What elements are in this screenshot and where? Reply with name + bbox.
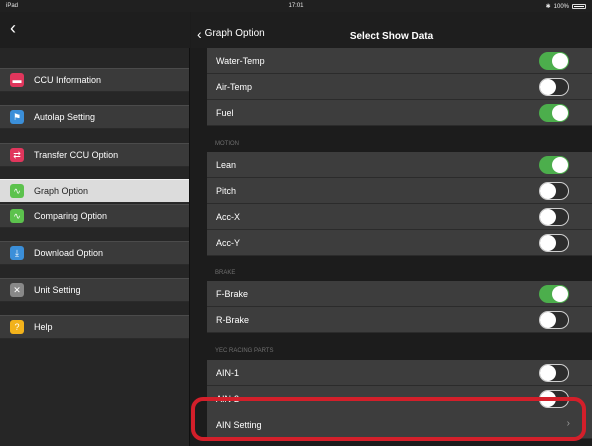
settings-list: Water-Temp Air-Temp Fuel MOTION Lean Pitch Acc… [191, 48, 592, 446]
sidebar: ▬ CCU Information ⚑ Autolap Setting ⇄ Transfe… [0, 48, 190, 446]
unit-icon: ✕ [10, 283, 24, 297]
toggle-knob [552, 105, 568, 121]
row-label: Pitch [216, 186, 237, 196]
toggle-switch[interactable] [539, 364, 569, 382]
toggle-knob [540, 235, 556, 251]
row-label: Acc-X [216, 212, 241, 222]
sidebar-item-label: Graph Option [34, 186, 89, 196]
toggle-switch[interactable] [539, 311, 569, 329]
toggle-row-lean: Lean [207, 152, 592, 178]
row-label: R-Brake [216, 315, 250, 325]
toggle-switch[interactable] [539, 52, 569, 70]
toggle-row-acc-x: Acc-X [207, 204, 592, 230]
transfer-icon: ⇄ [10, 148, 24, 162]
toggle-switch[interactable] [539, 285, 569, 303]
battery-icon [572, 4, 586, 9]
toggle-row-r-brake: R-Brake [207, 307, 592, 333]
sidebar-item-download-option[interactable]: ⤓ Download Option [0, 241, 189, 265]
toggle-switch[interactable] [539, 208, 569, 226]
toggle-switch[interactable] [539, 156, 569, 174]
battery-status: ✱ 100% [546, 3, 586, 10]
sidebar-item-unit-setting[interactable]: ✕ Unit Setting [0, 278, 189, 302]
row-label: F-Brake [216, 289, 249, 299]
sidebar-item-label: Comparing Option [34, 211, 108, 221]
sidebar-item-comparing-option[interactable]: ∿ Comparing Option [0, 204, 189, 228]
status-time: 17:01 [288, 3, 304, 9]
page-title: Select Show Data [349, 31, 434, 42]
toggle-row-ain-1: AIN-1 [207, 360, 592, 386]
toggle-knob [540, 183, 556, 199]
sidebar-item-label: Help [34, 322, 53, 332]
toggle-knob [540, 79, 556, 95]
graph-icon: ∿ [10, 184, 24, 198]
toggle-switch[interactable] [539, 234, 569, 252]
toggle-switch[interactable] [539, 78, 569, 96]
sidebar-item-label: Download Option [34, 248, 104, 258]
toggle-knob [540, 312, 556, 328]
section-header-motion: MOTION [215, 141, 239, 147]
sidebar-item-graph-option[interactable]: ∿ Graph Option [0, 179, 189, 203]
toggle-row-water-temp: Water-Temp [207, 48, 592, 74]
sidebar-item-label: Transfer CCU Option [34, 150, 119, 160]
row-label: AIN-1 [216, 368, 240, 378]
sidebar-item-label: Unit Setting [34, 285, 81, 295]
bluetooth-icon: ✱ [545, 4, 551, 10]
toggle-row-f-brake: F-Brake [207, 281, 592, 307]
sidebar-item-autolap-setting[interactable]: ⚑ Autolap Setting [0, 105, 189, 129]
row-label: Lean [216, 160, 237, 170]
toggle-row-pitch: Pitch [207, 178, 592, 204]
toggle-knob [552, 286, 568, 302]
sidebar-item-label: CCU Information [34, 75, 102, 85]
toggle-switch[interactable] [539, 104, 569, 122]
row-label: Air-Temp [216, 82, 253, 92]
sidebar-navbar [0, 12, 190, 49]
sidebar-item-label: Autolap Setting [34, 112, 96, 122]
toggle-switch[interactable] [539, 182, 569, 200]
help-icon: ? [10, 320, 24, 334]
row-label: Water-Temp [216, 56, 265, 66]
compare-icon: ∿ [10, 209, 24, 223]
highlight-outline [191, 397, 586, 441]
toggle-knob [540, 209, 556, 225]
sidebar-item-transfer-ccu-option[interactable]: ⇄ Transfer CCU Option [0, 143, 189, 167]
toggle-knob [552, 53, 568, 69]
chevron-left-icon[interactable]: ‹ [10, 19, 16, 37]
toggle-knob [552, 157, 568, 173]
battery-percent: 100% [553, 3, 569, 10]
ccu-icon: ▬ [10, 73, 24, 87]
row-label: Fuel [216, 108, 234, 118]
toggle-row-acc-y: Acc-Y [207, 230, 592, 256]
status-bar: iPad 17:01 ✱ 100% [0, 0, 592, 12]
toggle-row-air-temp: Air-Temp [207, 74, 592, 100]
toggle-knob [540, 365, 556, 381]
section-header-brake: BRAKE [215, 270, 236, 276]
section-header-yec: YEC RACING PARTS [215, 348, 274, 354]
flag-icon: ⚑ [10, 110, 24, 124]
sidebar-item-ccu-information[interactable]: ▬ CCU Information [0, 68, 189, 92]
row-label: Acc-Y [216, 238, 241, 248]
toggle-row-fuel: Fuel [207, 100, 592, 126]
download-icon: ⤓ [10, 246, 24, 260]
sidebar-item-help[interactable]: ? Help [0, 315, 189, 339]
